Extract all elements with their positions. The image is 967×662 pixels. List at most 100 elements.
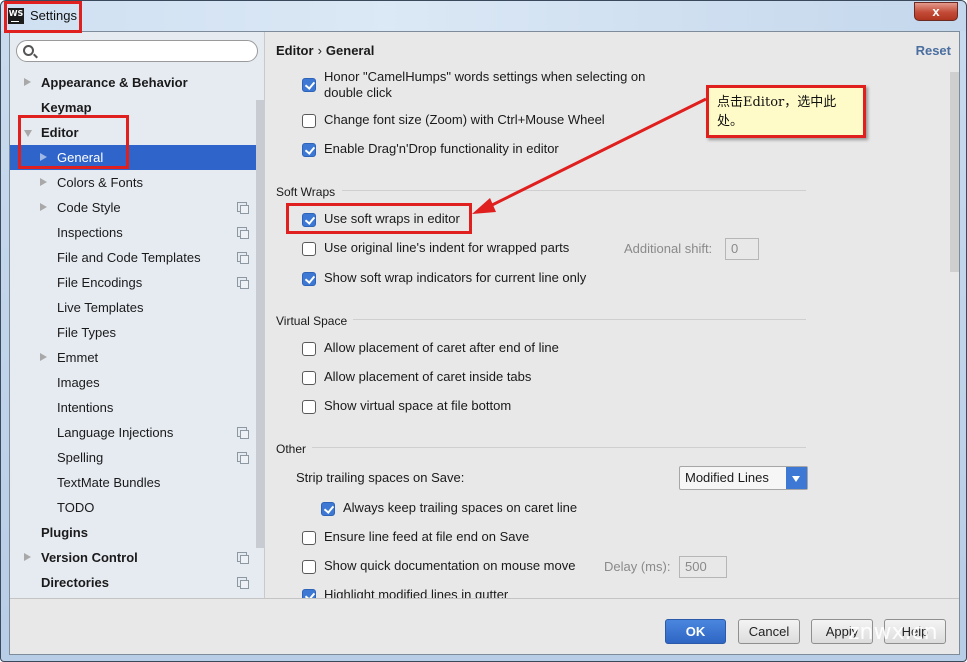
drag-drop-checkbox[interactable]: [302, 143, 316, 157]
expand-right-icon[interactable]: [40, 353, 47, 361]
caret-inside-tabs-label: Allow placement of caret inside tabs: [324, 369, 532, 384]
sidebar-item-version-control[interactable]: Version Control: [10, 545, 257, 570]
sidebar-item-label: Language Injections: [57, 425, 174, 440]
sidebar-item-label: TextMate Bundles: [57, 475, 161, 490]
sidebar-item-colors-fonts[interactable]: Colors & Fonts: [10, 170, 257, 195]
delay-label: Delay (ms):: [604, 559, 671, 574]
project-scope-icon: [237, 452, 249, 464]
sidebar-item-code-style[interactable]: Code Style: [10, 195, 257, 220]
cancel-button[interactable]: Cancel: [738, 619, 800, 644]
breadcrumb-parent: Editor: [276, 43, 314, 58]
caret-after-eol-label: Allow placement of caret after end of li…: [324, 340, 559, 355]
virtual-space-divider: [353, 319, 806, 320]
sidebar-item-todo[interactable]: TODO: [10, 495, 257, 520]
drag-drop-label: Enable Drag'n'Drop functionality in edit…: [324, 141, 559, 156]
sidebar-item-emmet[interactable]: Emmet: [10, 345, 257, 370]
line-feed-checkbox[interactable]: [302, 531, 316, 545]
sidebar-item-spelling[interactable]: Spelling: [10, 445, 257, 470]
breadcrumb: Editor › General: [276, 43, 374, 58]
zoom-font-checkbox[interactable]: [302, 114, 316, 128]
search-input[interactable]: [16, 40, 258, 62]
annotation-callout: 点击Editor，选中此处。: [706, 85, 866, 138]
sidebar-item-label: Colors & Fonts: [57, 175, 143, 190]
quick-doc-label: Show quick documentation on mouse move: [324, 558, 576, 573]
line-feed-label: Ensure line feed at file end on Save: [324, 529, 530, 544]
other-divider: [312, 447, 806, 448]
project-scope-icon: [237, 227, 249, 239]
dialog-footer: OK Cancel Apply Help: [10, 598, 959, 654]
soft-wraps-divider: [342, 190, 806, 191]
sidebar-item-language-injections[interactable]: Language Injections: [10, 420, 257, 445]
sidebar-item-directories[interactable]: Directories: [10, 570, 257, 595]
project-scope-icon: [237, 277, 249, 289]
sidebar-item-file-types[interactable]: File Types: [10, 320, 257, 345]
sidebar-item-textmate-bundles[interactable]: TextMate Bundles: [10, 470, 257, 495]
annotation-box-editor-general: [18, 115, 129, 169]
sidebar-item-appearance-behavior[interactable]: Appearance & Behavior: [10, 70, 257, 95]
virtual-space-bottom-label: Show virtual space at file bottom: [324, 398, 512, 413]
zoom-font-label: Change font size (Zoom) with Ctrl+Mouse …: [324, 112, 605, 127]
additional-shift-input[interactable]: 0: [725, 238, 759, 260]
project-scope-icon: [237, 202, 249, 214]
soft-wrap-indicators-checkbox[interactable]: [302, 272, 316, 286]
reset-link[interactable]: Reset: [916, 43, 951, 58]
additional-shift-label: Additional shift:: [624, 241, 713, 256]
sidebar-item-label: File Encodings: [57, 275, 143, 290]
sidebar-item-intentions[interactable]: Intentions: [10, 395, 257, 420]
keep-trailing-label: Always keep trailing spaces on caret lin…: [343, 500, 578, 515]
virtual-space-bottom-checkbox[interactable]: [302, 400, 316, 414]
other-section-title: Other: [276, 442, 307, 456]
highlight-modified-checkbox[interactable]: [302, 589, 316, 598]
caret-inside-tabs-checkbox[interactable]: [302, 371, 316, 385]
ok-button[interactable]: OK: [665, 619, 726, 644]
sidebar-item-label: Live Templates: [57, 300, 144, 315]
sidebar-item-label: Directories: [41, 575, 109, 590]
strip-trailing-value: Modified Lines: [685, 470, 769, 485]
sidebar-item-label: Emmet: [57, 350, 99, 365]
sidebar-item-inspections[interactable]: Inspections: [10, 220, 257, 245]
sidebar-item-label: Images: [57, 375, 100, 390]
project-scope-icon: [237, 427, 249, 439]
project-scope-icon: [237, 577, 249, 589]
camelhumps-checkbox[interactable]: [302, 78, 316, 92]
sidebar-item-label: Appearance & Behavior: [41, 75, 188, 90]
close-icon: x: [932, 4, 940, 19]
sidebar-item-file-and-code-templates[interactable]: File and Code Templates: [10, 245, 257, 270]
sidebar-scrollbar[interactable]: [256, 100, 265, 548]
project-scope-icon: [237, 552, 249, 564]
original-indent-checkbox[interactable]: [302, 242, 316, 256]
sidebar-item-label: Version Control: [41, 550, 138, 565]
sidebar-item-label: File Types: [57, 325, 117, 340]
annotation-box-soft-wraps: [286, 203, 472, 234]
caret-after-eol-checkbox[interactable]: [302, 342, 316, 356]
strip-trailing-dropdown[interactable]: Modified Lines: [679, 466, 808, 490]
sidebar-item-label: Plugins: [41, 525, 88, 540]
project-scope-icon: [237, 252, 249, 264]
highlight-modified-label: Highlight modified lines in gutter: [324, 587, 509, 598]
sidebar-item-label: Code Style: [57, 200, 121, 215]
close-button[interactable]: x: [914, 2, 958, 21]
expand-right-icon[interactable]: [40, 203, 47, 211]
soft-wrap-indicators-label: Show soft wrap indicators for current li…: [324, 270, 587, 285]
delay-input[interactable]: 500: [679, 556, 727, 578]
sidebar-item-label: Spelling: [57, 450, 104, 465]
expand-right-icon[interactable]: [40, 178, 47, 186]
sidebar-item-images[interactable]: Images: [10, 370, 257, 395]
watermark: znwx.cn: [848, 620, 938, 645]
quick-doc-checkbox[interactable]: [302, 560, 316, 574]
sidebar-item-label: Intentions: [57, 400, 114, 415]
sidebar-item-label: Inspections: [57, 225, 123, 240]
title-bar[interactable]: WS Settings x: [1, 1, 966, 31]
annotation-box-title: [4, 1, 82, 33]
keep-trailing-checkbox[interactable]: [321, 502, 335, 516]
dropdown-arrow-icon[interactable]: [786, 467, 807, 489]
content-scrollbar[interactable]: [950, 72, 959, 272]
original-indent-label: Use original line's indent for wrapped p…: [324, 240, 570, 255]
sidebar-item-file-encodings[interactable]: File Encodings: [10, 270, 257, 295]
expand-right-icon[interactable]: [24, 553, 31, 561]
camelhumps-label: Honor "CamelHumps" words settings when s…: [324, 69, 646, 100]
sidebar-item-live-templates[interactable]: Live Templates: [10, 295, 257, 320]
expand-right-icon[interactable]: [24, 78, 31, 86]
breadcrumb-separator: ›: [317, 43, 322, 58]
sidebar-item-plugins[interactable]: Plugins: [10, 520, 257, 545]
